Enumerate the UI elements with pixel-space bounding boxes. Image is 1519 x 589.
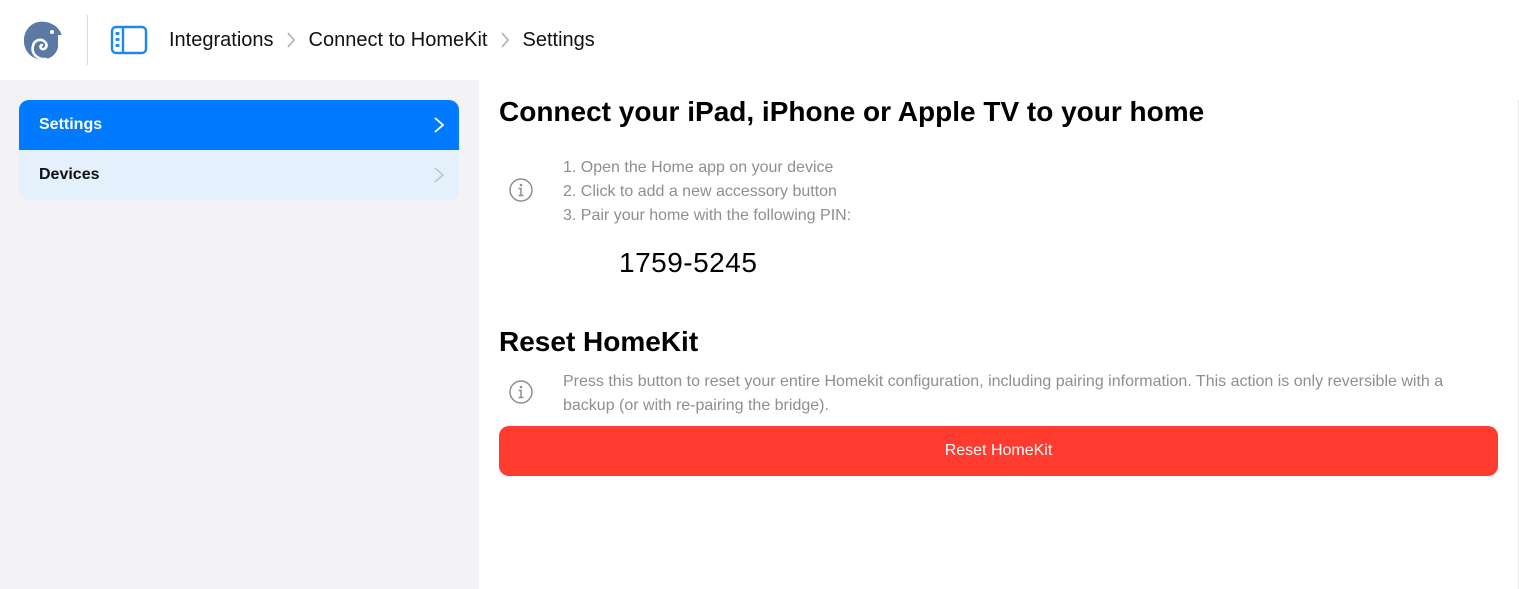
chameleon-logo-icon[interactable]	[22, 19, 64, 61]
sidebar-item-label: Settings	[39, 116, 103, 133]
breadcrumb-connect-homekit[interactable]: Connect to HomeKit	[309, 29, 488, 52]
header-divider	[87, 15, 88, 65]
pairing-step: 3. Pair your home with the following PIN…	[563, 207, 852, 224]
reset-title: Reset HomeKit	[499, 326, 699, 357]
breadcrumb-integrations[interactable]: Integrations	[169, 29, 274, 52]
sidebar-item-label: Devices	[39, 166, 100, 183]
pairing-step: 1. Open the Home app on your device	[563, 159, 834, 176]
info-icon	[509, 380, 533, 404]
chevron-right-icon	[434, 117, 445, 133]
sidebar-toggle-icon[interactable]	[110, 25, 148, 55]
header: Integrations Connect to HomeKit Settings	[0, 0, 1519, 80]
reset-description: Press this button to reset your entire H…	[563, 373, 1444, 414]
pairing-steps: 1. Open the Home app on your device 2. C…	[563, 156, 851, 228]
chevron-right-icon	[434, 167, 445, 183]
connect-title: Connect your iPad, iPhone or Apple TV to…	[499, 96, 1205, 127]
sidebar: Settings Devices	[0, 80, 479, 589]
pairing-pin: 1759-5245	[619, 247, 758, 278]
chevron-right-icon	[488, 26, 523, 54]
breadcrumb-settings: Settings	[522, 28, 595, 51]
pairing-step: 2. Click to add a new accessory button	[563, 183, 837, 200]
chevron-right-icon	[274, 26, 309, 54]
reset-homekit-button[interactable]: Reset HomeKit	[499, 426, 1498, 476]
sidebar-nav: Settings Devices	[19, 100, 459, 200]
sidebar-item-devices[interactable]: Devices	[19, 150, 459, 200]
main-content: Connect your iPad, iPhone or Apple TV to…	[479, 80, 1519, 589]
info-icon	[509, 178, 533, 202]
breadcrumb: Integrations Connect to HomeKit Settings	[169, 26, 595, 54]
sidebar-item-settings[interactable]: Settings	[19, 100, 459, 150]
